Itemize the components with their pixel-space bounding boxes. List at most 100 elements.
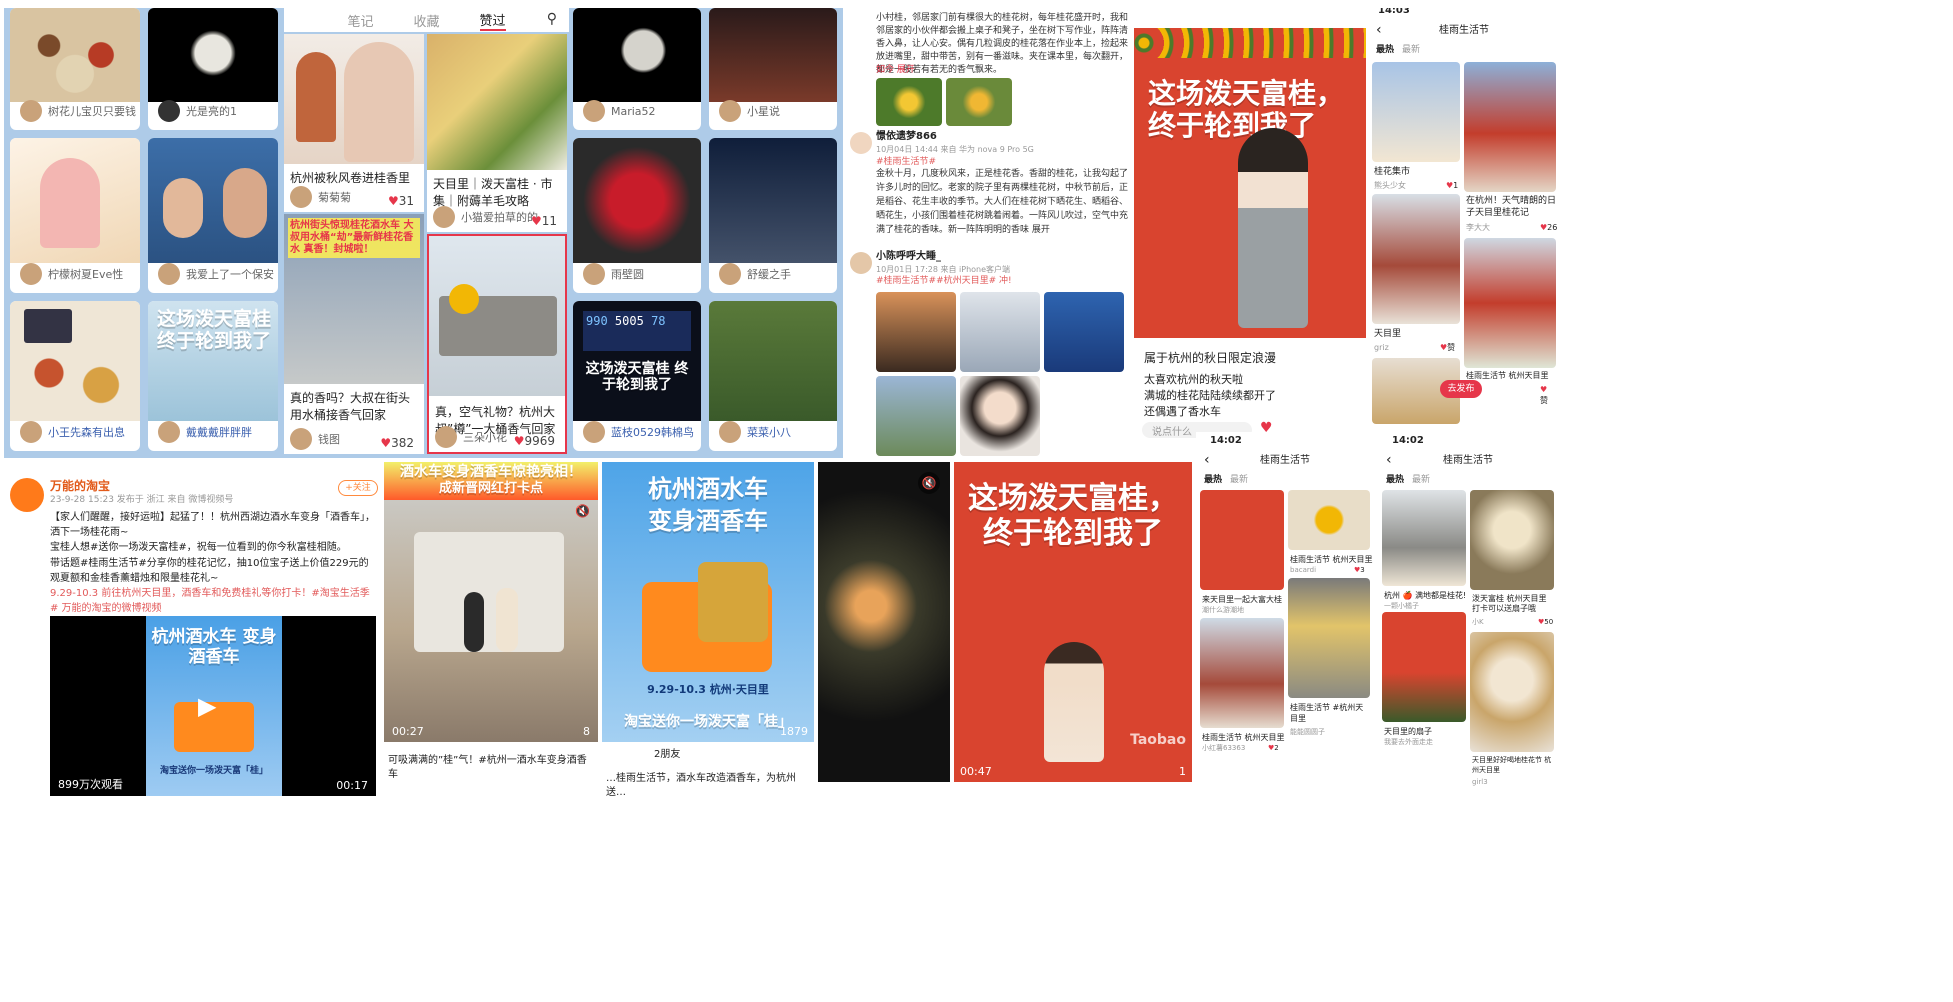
note-card[interactable]: 杭州街头惊现桂花酒水车 大叔用水桶“劫”最新鲜桂花香水 真香！封城啦！ 真的香吗… <box>284 214 424 454</box>
post-username[interactable]: 小陈呼呼大睡_ <box>876 250 941 264</box>
video-player[interactable]: 杭州酒水车 变身酒香车 淘宝送你一场泼天富「桂」 ▶ 899万次观看 00:17 <box>50 616 376 796</box>
note-image[interactable] <box>1470 632 1554 752</box>
tab-hot[interactable]: 最热 <box>1376 44 1394 57</box>
search-icon[interactable]: ⚲ <box>547 11 557 27</box>
username: 戴戴戴胖胖胖 <box>186 426 252 439</box>
tab-collections[interactable]: 收藏 <box>413 11 439 30</box>
note-image[interactable] <box>1200 618 1284 728</box>
note-image[interactable] <box>1464 62 1556 192</box>
note-card[interactable]: 990 5005 78 这场泼天富桂 终于轮到我了 蓝枝0529韩棉鸟 <box>573 301 701 451</box>
video-duration: 00:17 <box>336 779 368 792</box>
note-image[interactable] <box>1288 490 1370 550</box>
note-card[interactable]: 天目里｜泼天富桂 · 市集｜附薅羊毛攻略 小猫爱拍草的的 11 <box>427 34 567 232</box>
note-title: 杭州被秋风卷进桂香里 <box>290 171 411 185</box>
note-image[interactable] <box>1464 238 1556 368</box>
post-image[interactable] <box>1044 292 1124 372</box>
avatar <box>435 426 457 448</box>
status-time: 14:03 <box>1378 8 1410 16</box>
weibo-video-post-panel: 万能的淘宝 +关注 23-9-28 15:23 发布于 浙江 来自 微博视频号 … <box>4 470 380 800</box>
note-image[interactable] <box>1372 194 1460 324</box>
note-image[interactable] <box>1200 490 1284 590</box>
note-card[interactable]: 小星说 <box>709 8 837 130</box>
mute-icon[interactable]: 🔇 <box>918 472 940 494</box>
like-count[interactable]: 1879 <box>780 725 808 738</box>
note-card[interactable]: 柠檬树夏Eve性 <box>10 138 140 293</box>
video-overlay-text: 杭州街头惊现桂花酒水车 大叔用水桶“劫”最新鲜桂花香水 真香！封城啦！ <box>288 218 420 258</box>
username: 三朵小花 <box>463 431 507 444</box>
post-image[interactable] <box>876 292 956 372</box>
note-card[interactable]: 我爱上了一个保安 <box>148 138 278 293</box>
note-image[interactable] <box>1382 490 1466 586</box>
banner-text: 这场泼天富桂 终于轮到我了 <box>156 308 271 352</box>
post-title: 属于杭州的秋日限定浪漫 <box>1144 351 1277 365</box>
like-count[interactable]: 11 <box>531 214 557 228</box>
follow-button[interactable]: +关注 <box>338 480 378 496</box>
note-image[interactable] <box>1288 578 1370 698</box>
like-count[interactable]: 8 <box>583 725 590 738</box>
note-card[interactable]: 菜菜小八 <box>709 301 837 451</box>
post-username[interactable]: 万能的淘宝 <box>50 478 110 495</box>
tab-liked[interactable]: 赞过 <box>479 10 506 31</box>
post-username[interactable]: 憬依遗梦866 <box>876 130 937 144</box>
video-time: 00:47 <box>960 765 992 778</box>
video-player[interactable]: 酒水车变身酒香车惊艳亮相！ 成新晋网红打卡点 00:27 8 🔇 <box>384 462 598 742</box>
like-count[interactable]: 赞 <box>1540 384 1550 418</box>
weibo-posts-panel: 小村桂，邻居家门前有棵很大的桂花树，每年桂花盛开时，我和邻居家的小伙伴都会搬上桌… <box>846 8 1134 458</box>
avatar[interactable] <box>850 252 872 274</box>
tab-new[interactable]: 最新 <box>1412 474 1430 487</box>
video-player[interactable]: 杭州酒水车 变身酒香车 9.29-10.3 杭州·天目里 淘宝送你一场泼天富「桂… <box>602 462 814 742</box>
avatar[interactable] <box>850 132 872 154</box>
note-title: 天目里好好喝地桂花节 杭州天目里 <box>1472 756 1552 774</box>
like-count[interactable]: 2 <box>1268 744 1364 790</box>
username: 舒缓之手 <box>747 268 791 281</box>
illustration <box>40 158 100 248</box>
hashtag[interactable]: #桂雨生活节##杭州天目里# 冲! <box>876 275 1012 288</box>
note-image[interactable] <box>1470 490 1554 590</box>
hashtag[interactable]: #桂雨生活节# <box>876 156 936 169</box>
publish-button[interactable]: 去发布 <box>1440 380 1482 398</box>
note-card[interactable]: 光是亮的1 <box>148 8 278 130</box>
tab-new[interactable]: 最新 <box>1230 474 1248 487</box>
like-count[interactable]: 382 <box>380 436 414 450</box>
mute-icon[interactable]: 🔇 <box>575 504 590 518</box>
username: 蓝枝0529韩棉鸟 <box>611 426 694 439</box>
note-image[interactable] <box>1372 62 1460 162</box>
avatar[interactable] <box>10 478 44 512</box>
note-card[interactable]: 舒缓之手 <box>709 138 837 293</box>
note-card[interactable]: 树花儿宝贝只要钱 <box>10 8 140 130</box>
event-date: 9.29-10.3 杭州·天目里 <box>647 683 769 696</box>
tab-hot[interactable]: 最热 <box>1386 474 1404 487</box>
note-image[interactable] <box>1382 612 1466 722</box>
banner-text: 这场泼天富桂，终于轮到我了 <box>968 481 1178 551</box>
note-card[interactable]: Maria52 <box>573 8 701 130</box>
post-image[interactable] <box>876 376 956 456</box>
avatar <box>719 263 741 285</box>
avatar <box>433 206 455 228</box>
post-image[interactable] <box>960 376 1040 456</box>
video-panel-11[interactable]: 这场泼天富桂，终于轮到我了 Taobao 00:47 1 <box>954 462 1192 782</box>
post-image[interactable] <box>876 78 942 126</box>
username: 小K <box>1472 618 1484 626</box>
note-card-highlighted[interactable]: 真，空气礼物？杭州大叔”樽”一大桶香气回家 三朵小花 9969 <box>427 234 567 454</box>
play-icon[interactable]: ▶ <box>198 692 216 720</box>
note-card[interactable]: 雨壁圆 <box>573 138 701 293</box>
note-card[interactable]: 小王先森有出息 <box>10 301 140 451</box>
like-count[interactable]: 31 <box>388 194 414 208</box>
video-title: 杭州酒水车 <box>648 475 768 503</box>
post-image[interactable] <box>946 78 1012 126</box>
like-count[interactable]: 9969 <box>514 434 555 448</box>
note-card[interactable]: 杭州被秋风卷进桂香里 菊菊菊 31 <box>284 34 424 212</box>
username: 李大大 <box>1466 223 1490 232</box>
tab-hot[interactable]: 最热 <box>1204 474 1222 487</box>
video-panel-10[interactable]: 🔇 <box>818 462 950 782</box>
post-line: 太喜欢杭州的秋天啦 <box>1144 373 1243 386</box>
note-card[interactable]: 这场泼天富桂 终于轮到我了 戴戴戴胖胖胖 <box>148 301 278 451</box>
tab-notes[interactable]: 笔记 <box>347 11 373 30</box>
tab-new[interactable]: 最新 <box>1402 44 1420 57</box>
status-time: 14:02 <box>1210 435 1242 446</box>
like-count[interactable]: 1 <box>1179 765 1186 778</box>
expand-link[interactable]: 如今 展开 <box>876 64 915 77</box>
username: 钱图 <box>318 433 340 446</box>
post-image[interactable] <box>960 292 1040 372</box>
username: 小猫爱拍草的的 <box>461 211 538 224</box>
